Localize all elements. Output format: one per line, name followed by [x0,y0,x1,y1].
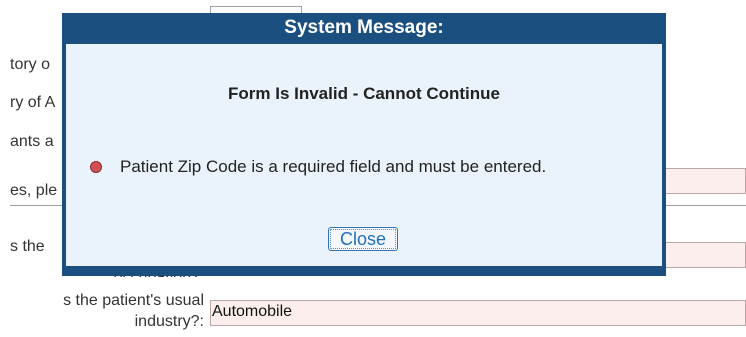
form-label-occupation: s the [10,238,45,255]
form-label-industry: industry?: [134,313,204,330]
system-message-dialog: System Message: Form Is Invalid - Cannot… [62,13,666,276]
invalid-field-1[interactable] [664,168,746,194]
form-label-history-2: ry of A [10,94,56,111]
dialog-heading: Form Is Invalid - Cannot Continue [228,84,500,103]
form-label-please: es, ple [10,182,58,199]
occupation-field[interactable] [664,242,746,268]
close-button[interactable]: Close [328,227,398,251]
form-label-participants: ants a [10,133,54,150]
dialog-body: Form Is Invalid - Cannot Continue Patien… [66,44,662,266]
dialog-title: System Message: [284,17,444,38]
industry-field-value: Automobile [212,303,293,320]
form-label-usual-industry: s the patient's usual [63,292,204,309]
error-message: Patient Zip Code is a required field and… [120,157,547,176]
form-label-history: tory o [10,56,51,73]
